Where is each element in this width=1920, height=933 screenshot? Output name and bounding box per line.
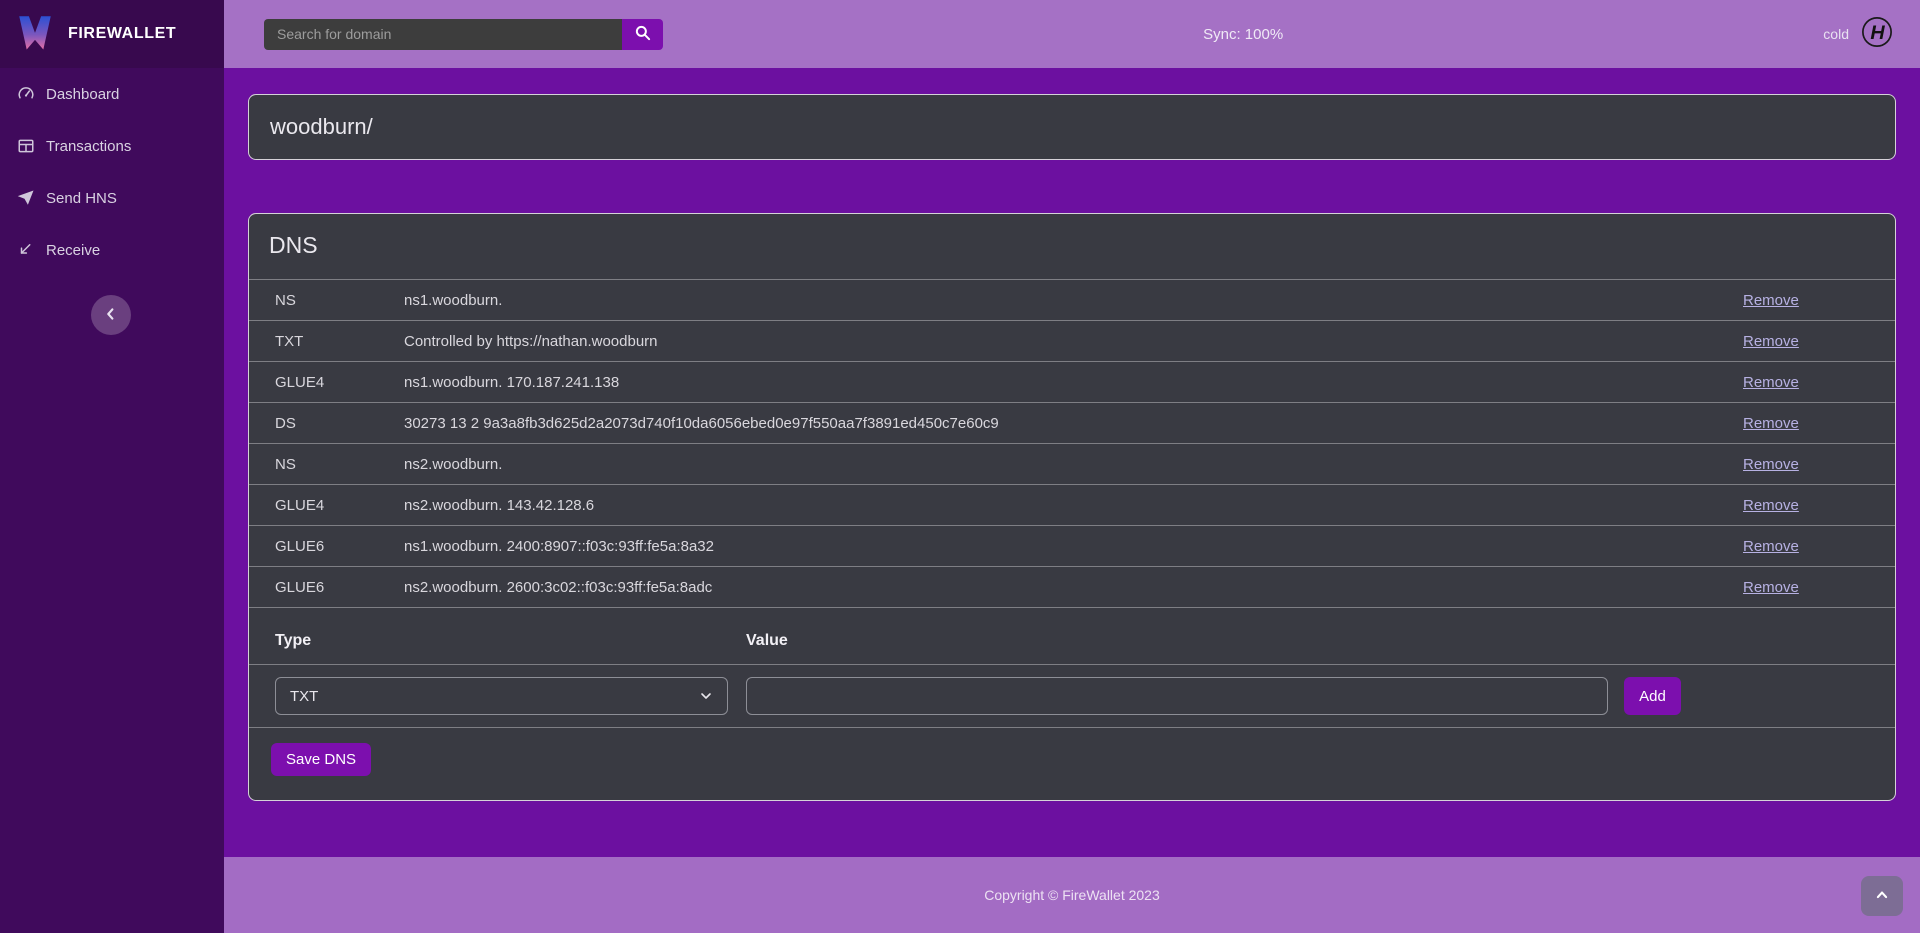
dns-record-row: TXT Controlled by https://nathan.woodbur…: [249, 321, 1895, 362]
main-column: Sync: 100% cold H woodburn/ DNS NS n: [224, 0, 1920, 933]
record-type: GLUE6: [249, 538, 404, 555]
wallet-status: cold H: [1823, 16, 1893, 53]
record-type: GLUE6: [249, 579, 404, 596]
record-type: NS: [249, 292, 404, 309]
content: woodburn/ DNS NS ns1.woodburn. Remove TX…: [224, 68, 1920, 857]
sidebar: FIREWALLET Dashboard: [0, 0, 224, 933]
record-value: 30273 13 2 9a3a8fb3d625d2a2073d740f10da6…: [404, 415, 1743, 432]
record-remove-link[interactable]: Remove: [1743, 579, 1799, 596]
search-button[interactable]: [622, 19, 663, 50]
domain-title: woodburn/: [270, 114, 373, 140]
type-column-header: Type: [249, 632, 746, 650]
domain-title-panel: woodburn/: [248, 94, 1896, 160]
footer: Copyright © FireWallet 2023: [224, 857, 1920, 933]
gauge-icon: [17, 85, 35, 103]
dns-record-row: GLUE6 ns1.woodburn. 2400:8907::f03c:93ff…: [249, 526, 1895, 567]
dns-record-row: GLUE4 ns2.woodburn. 143.42.128.6 Remove: [249, 485, 1895, 526]
dns-record-row: NS ns2.woodburn. Remove: [249, 444, 1895, 485]
record-type: TXT: [249, 333, 404, 350]
record-type: NS: [249, 456, 404, 473]
dns-record-row: GLUE6 ns2.woodburn. 2600:3c02::f03c:93ff…: [249, 567, 1895, 608]
dns-record-row: GLUE4 ns1.woodburn. 170.187.241.138 Remo…: [249, 362, 1895, 403]
firewallet-app: FIREWALLET Dashboard: [0, 0, 1920, 933]
domain-search: [264, 19, 663, 50]
topbar: Sync: 100% cold H: [224, 0, 1920, 68]
scroll-to-top-button[interactable]: [1861, 876, 1903, 916]
record-remove-link[interactable]: Remove: [1743, 333, 1799, 350]
wallet-mode-badge: cold: [1823, 26, 1849, 42]
sidebar-item-label: Dashboard: [46, 86, 119, 103]
add-record-button[interactable]: Add: [1624, 677, 1681, 715]
sidebar-nav: Dashboard Transactions S: [0, 68, 224, 276]
firewallet-logo-icon: [14, 10, 56, 59]
handshake-logo-icon[interactable]: H: [1861, 16, 1893, 53]
sidebar-item-label: Transactions: [46, 138, 131, 155]
sidebar-item-dashboard[interactable]: Dashboard: [0, 68, 224, 120]
table-icon: [17, 137, 35, 155]
record-value: ns2.woodburn. 2600:3c02::f03c:93ff:fe5a:…: [404, 579, 1743, 596]
record-value: ns2.woodburn. 143.42.128.6: [404, 497, 1743, 514]
record-type-select-wrap: TXT: [275, 677, 728, 715]
record-remove-link[interactable]: Remove: [1743, 374, 1799, 391]
dns-record-row: NS ns1.woodburn. Remove: [249, 280, 1895, 321]
record-value: ns1.woodburn. 2400:8907::f03c:93ff:fe5a:…: [404, 538, 1743, 555]
record-remove-link[interactable]: Remove: [1743, 538, 1799, 555]
dns-record-row: DS 30273 13 2 9a3a8fb3d625d2a2073d740f10…: [249, 403, 1895, 444]
record-value: ns1.woodburn. 170.187.241.138: [404, 374, 1743, 391]
dns-form-header: Type Value: [249, 608, 1895, 665]
record-type-select[interactable]: TXT: [275, 677, 728, 715]
chevron-up-icon: [1873, 886, 1891, 907]
dns-panel: DNS NS ns1.woodburn. Remove TXT Controll…: [248, 213, 1896, 801]
record-type: DS: [249, 415, 404, 432]
dns-records: NS ns1.woodburn. Remove TXT Controlled b…: [249, 280, 1895, 608]
record-value-input[interactable]: [746, 677, 1608, 715]
record-value: ns1.woodburn.: [404, 292, 1743, 309]
svg-text:H: H: [1870, 22, 1885, 44]
record-type: GLUE4: [249, 374, 404, 391]
brand-name: FIREWALLET: [68, 25, 176, 43]
sidebar-item-send-hns[interactable]: Send HNS: [0, 172, 224, 224]
record-value: Controlled by https://nathan.woodburn: [404, 333, 1743, 350]
sidebar-item-receive[interactable]: Receive: [0, 224, 224, 276]
sidebar-item-label: Receive: [46, 242, 100, 259]
record-remove-link[interactable]: Remove: [1743, 456, 1799, 473]
record-type: GLUE4: [249, 497, 404, 514]
dns-add-record-row: TXT Add: [249, 665, 1895, 728]
brand: FIREWALLET: [0, 0, 224, 68]
sidebar-item-label: Send HNS: [46, 190, 117, 207]
search-input[interactable]: [264, 19, 622, 50]
arrow-down-left-icon: [17, 241, 35, 259]
sidebar-item-transactions[interactable]: Transactions: [0, 120, 224, 172]
dns-panel-title: DNS: [249, 214, 1895, 280]
chevron-left-icon: [101, 304, 121, 327]
search-icon: [634, 24, 652, 45]
record-remove-link[interactable]: Remove: [1743, 292, 1799, 309]
record-value: ns2.woodburn.: [404, 456, 1743, 473]
record-remove-link[interactable]: Remove: [1743, 415, 1799, 432]
sync-status: Sync: 100%: [1203, 26, 1283, 43]
sidebar-collapse-button[interactable]: [91, 295, 131, 335]
save-dns-button[interactable]: Save DNS: [271, 743, 371, 776]
copyright-text: Copyright © FireWallet 2023: [984, 887, 1160, 903]
save-dns-row: Save DNS: [249, 728, 1895, 800]
paper-plane-icon: [17, 189, 35, 207]
record-remove-link[interactable]: Remove: [1743, 497, 1799, 514]
value-column-header: Value: [746, 632, 1895, 650]
